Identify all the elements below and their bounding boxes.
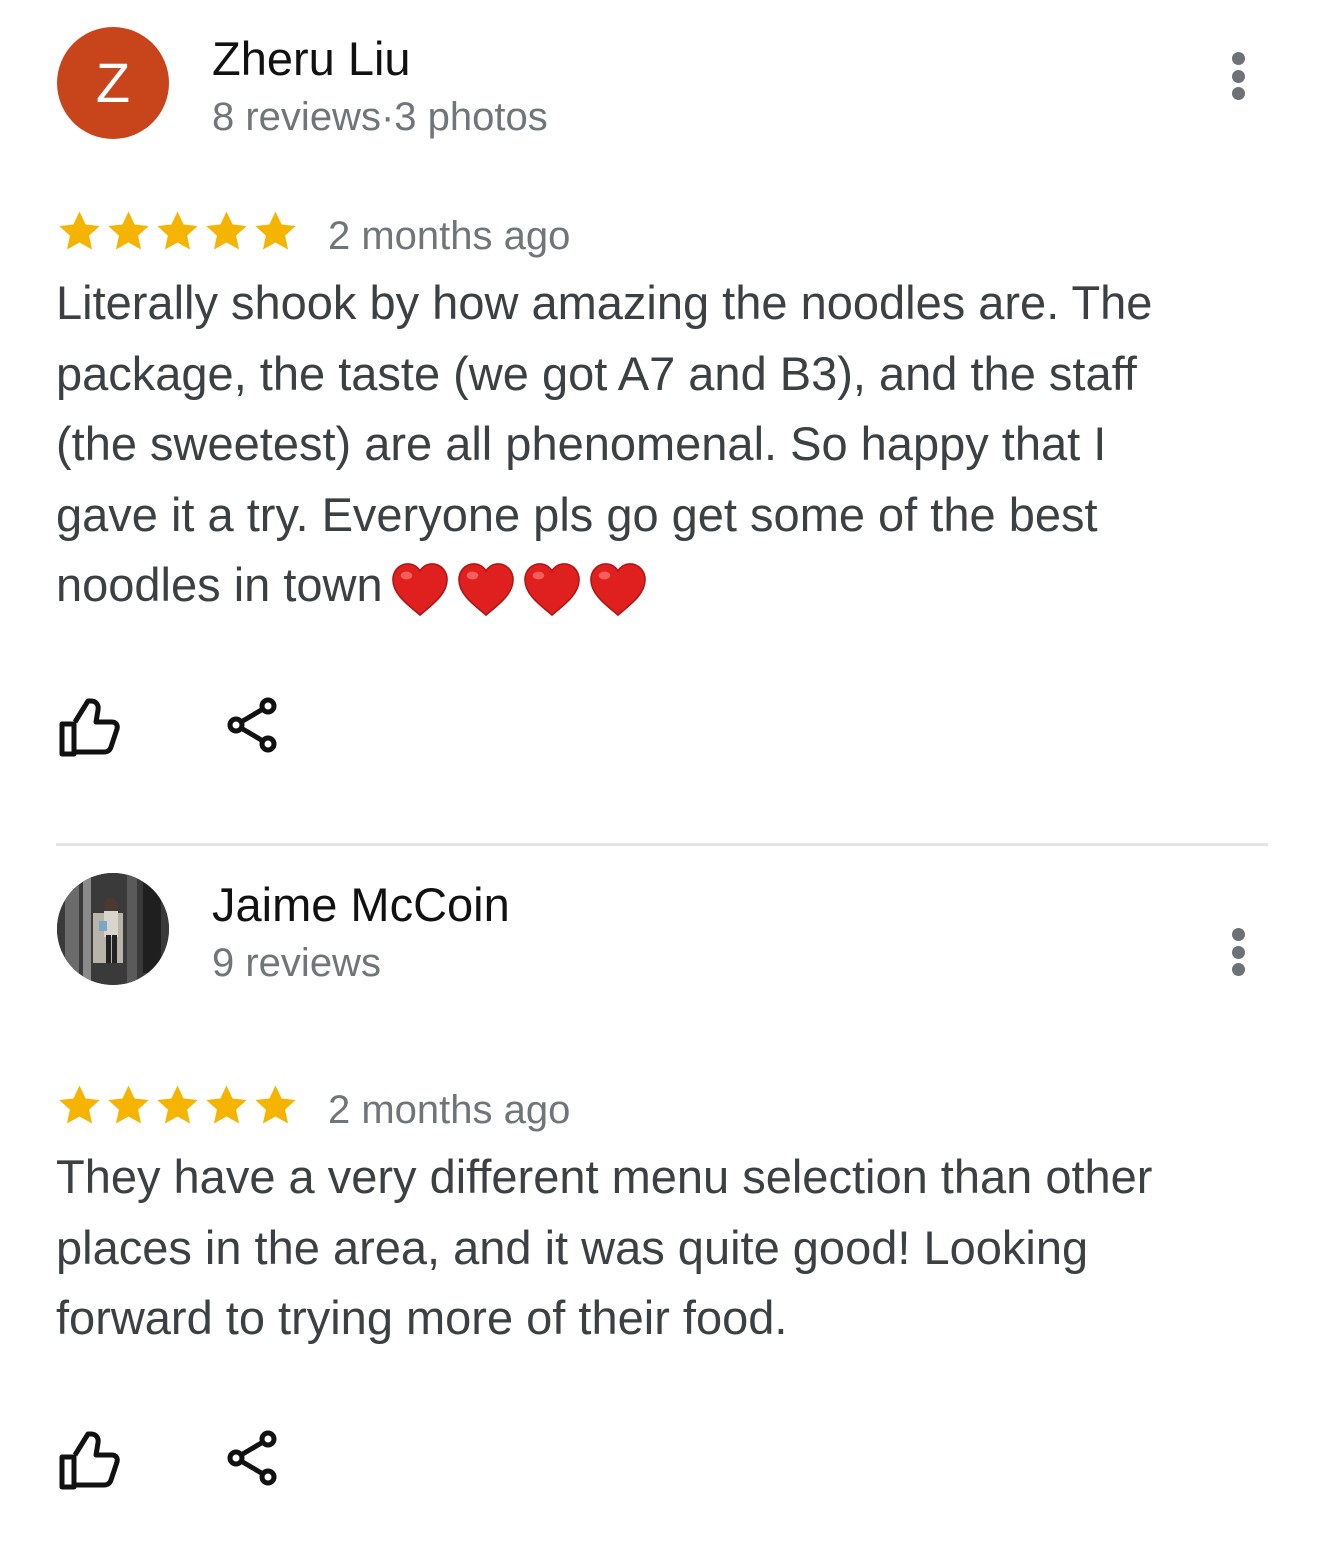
share-icon[interactable] (222, 695, 282, 755)
avatar[interactable] (57, 873, 169, 985)
star-icon (59, 1085, 100, 1124)
thumbs-up-icon[interactable] (56, 1428, 122, 1492)
star-icon (255, 1085, 296, 1124)
star-icon (108, 1085, 149, 1124)
heart-emoji (391, 563, 448, 617)
thumbs-up-icon[interactable] (56, 695, 122, 759)
review-date: 2 months ago (328, 1088, 571, 1132)
review-card: Jaime McCoin 9 reviews 2 months ago They… (0, 846, 1322, 1554)
share-icon[interactable] (222, 1428, 282, 1488)
star-rating (56, 1082, 299, 1129)
author-meta: 8 reviews·3 photos (212, 95, 548, 139)
heart-emoji (523, 563, 580, 617)
more-vert-icon (1231, 928, 1245, 941)
star-icon (206, 211, 247, 250)
star-icon (255, 211, 296, 250)
review-date: 2 months ago (328, 214, 571, 258)
heart-emoji (589, 563, 646, 617)
star-icon (157, 1085, 198, 1124)
more-options-button[interactable] (1218, 48, 1258, 104)
star-icon (206, 1085, 247, 1124)
review-text: They have a very different menu selectio… (56, 1150, 1153, 1344)
author-name[interactable]: Zheru Liu (212, 33, 411, 85)
avatar[interactable]: Z (57, 27, 169, 139)
star-icon (157, 211, 198, 250)
author-meta: 9 reviews (212, 941, 381, 985)
more-options-button[interactable] (1218, 924, 1258, 980)
review-card: Z Zheru Liu 8 reviews·3 photos 2 months … (0, 0, 1322, 846)
review-text: Literally shook by how amazing the noodl… (56, 268, 1216, 624)
star-icon (59, 211, 100, 250)
star-icon (108, 211, 149, 250)
star-rating (56, 208, 299, 255)
more-vert-icon (1231, 52, 1245, 65)
heart-emoji (457, 563, 514, 617)
author-name[interactable]: Jaime McCoin (212, 879, 510, 931)
heart-emojis (389, 553, 653, 624)
